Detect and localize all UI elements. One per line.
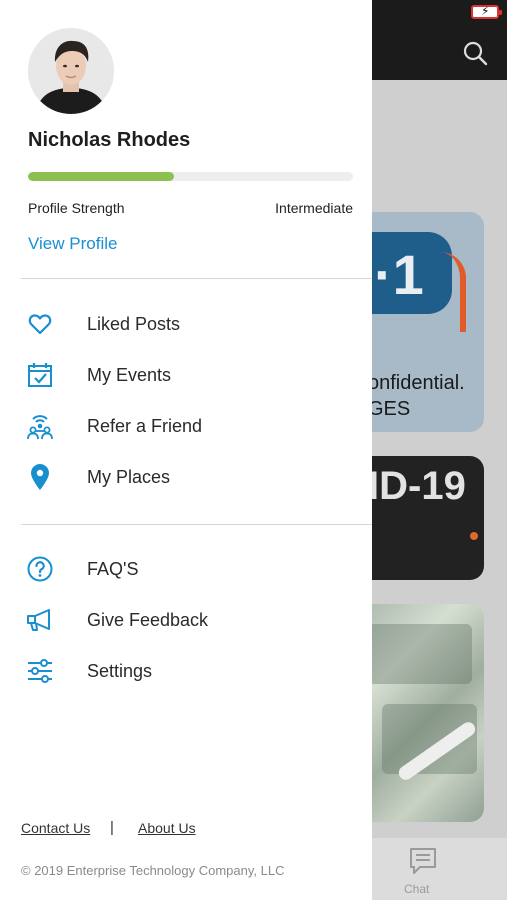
tab-chat-label[interactable]: Chat [404,882,429,896]
menu-item-give-feedback[interactable]: Give Feedback [0,596,372,644]
menu-item-refer-a-friend[interactable]: Refer a Friend [0,402,372,450]
card-graphic-number: ·1 [374,243,424,306]
menu-item-label: Refer a Friend [87,415,203,436]
menu-item-settings[interactable]: Settings [0,647,372,695]
menu-item-my-events[interactable]: My Events [0,351,372,399]
menu-item-label: My Places [87,466,171,487]
question-circle-icon [24,553,56,585]
heart-icon [24,308,56,340]
menu-item-label: Liked Posts [87,313,181,334]
chat-icon[interactable] [408,846,438,881]
footer-separator: | [110,819,114,836]
divider [21,524,372,525]
menu-item-label: FAQ'S [87,558,139,579]
avatar[interactable] [28,28,114,114]
bottom-tab-bar [372,838,507,900]
view-profile-link[interactable]: View Profile [28,234,117,254]
location-pin-icon [24,461,56,493]
sliders-icon [24,655,56,687]
profile-strength-fill [28,172,175,181]
menu-item-label: Settings [87,660,153,681]
menu-item-label: My Events [87,364,172,385]
megaphone-icon [24,604,56,636]
about-us-link[interactable]: About Us [138,820,196,836]
menu-item-my-places[interactable]: My Places [0,453,372,501]
calendar-check-icon [24,359,56,391]
menu-item-liked-posts[interactable]: Liked Posts [0,300,372,348]
card-text: onfidential. [368,372,465,394]
refer-friend-icon [24,410,56,442]
contact-us-link[interactable]: Contact Us [21,820,90,836]
profile-strength-label: Profile Strength [28,200,125,216]
menu-item-faqs[interactable]: FAQ'S [0,545,372,593]
copyright-text: © 2019 Enterprise Technology Company, LL… [21,863,285,878]
navigation-drawer: Nicholas Rhodes Profile Strength Interme… [0,0,372,900]
divider [21,278,372,279]
profile-strength-bar [28,172,353,181]
profile-strength-level: Intermediate [275,200,353,216]
battery-icon: ⚡ [471,4,502,19]
card-text: ID-19 [368,464,466,508]
menu-item-label: Give Feedback [87,609,209,630]
user-name: Nicholas Rhodes [28,129,191,151]
search-icon[interactable] [462,40,488,71]
card-text: GES [368,398,411,420]
